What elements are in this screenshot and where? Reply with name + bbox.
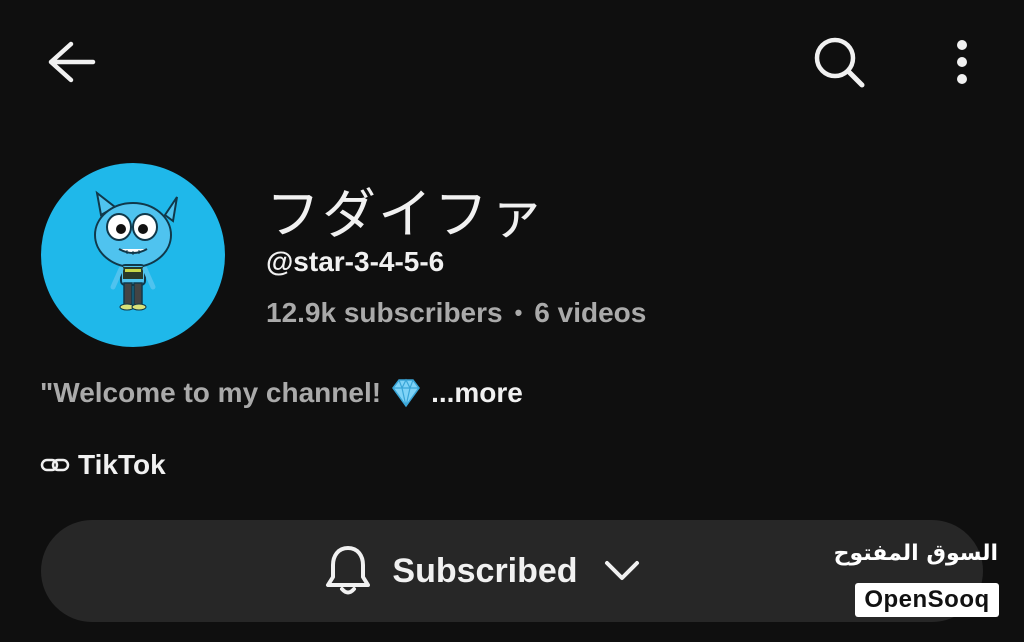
cartoon-cat-avatar-image — [94, 190, 178, 311]
description-more-link[interactable]: ...more — [431, 377, 523, 409]
channel-link-tiktok[interactable]: TikTok — [40, 449, 166, 481]
top-app-bar — [0, 0, 1024, 125]
chevron-down-icon — [604, 561, 639, 580]
link-icon — [40, 455, 70, 475]
channel-avatar[interactable] — [41, 163, 225, 347]
channel-description[interactable]: "Welcome to my channel! ...more — [40, 377, 523, 409]
subscribed-label: Subscribed — [392, 551, 578, 590]
opensooq-watermark: السوق المفتوح OpenSooq — [834, 541, 1002, 621]
back-button[interactable] — [36, 30, 106, 94]
search-button[interactable] — [804, 30, 874, 94]
subscriber-count: 12.9k subscribers — [266, 297, 503, 328]
gem-icon — [389, 378, 423, 408]
search-icon — [814, 37, 865, 88]
channel-handle: @star-3-4-5-6 — [266, 246, 445, 277]
more-vertical-icon — [957, 40, 967, 84]
description-text: "Welcome to my channel! — [40, 377, 382, 408]
stats-separator: • — [514, 300, 523, 325]
more-options-button[interactable] — [932, 30, 992, 94]
link-label: TikTok — [78, 449, 166, 480]
subscribed-button[interactable]: Subscribed — [41, 520, 983, 622]
watermark-arabic-text: السوق المفتوح — [833, 541, 998, 566]
channel-name: フダイファ — [266, 183, 546, 246]
channel-stats: 12.9k subscribers • 6 videos — [266, 297, 646, 329]
watermark-latin-text: OpenSooq — [855, 583, 999, 617]
arrow-left-icon — [48, 41, 96, 83]
subscribed-button-content: Subscribed — [324, 544, 639, 598]
bell-icon — [326, 546, 371, 595]
video-count: 6 videos — [534, 297, 647, 328]
